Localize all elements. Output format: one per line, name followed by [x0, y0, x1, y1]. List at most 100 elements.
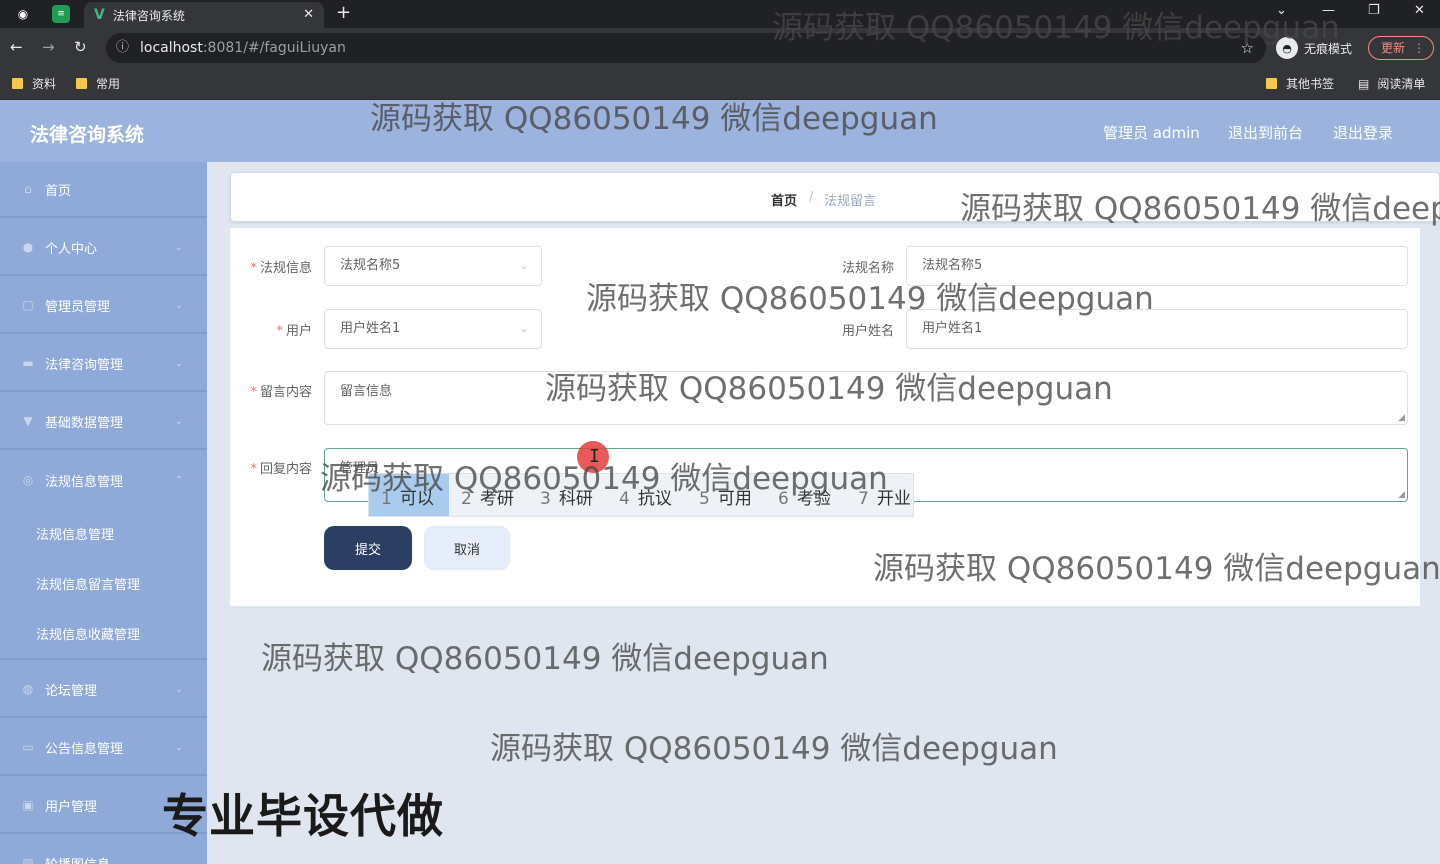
folder-icon	[1266, 78, 1277, 89]
user-label: * 用户	[276, 324, 312, 339]
bookmark-folder-2[interactable]: 常用	[76, 75, 120, 92]
sidebar-item-label: 用户管理	[45, 799, 98, 815]
back-icon[interactable]: ←	[10, 38, 23, 56]
bookmark-label: 常用	[96, 77, 121, 91]
sidebar-item-label: 轮播图信息	[45, 854, 110, 864]
chevron-down-icon: ⌄	[519, 259, 529, 272]
update-button[interactable]: 更新 ⋮	[1368, 36, 1434, 60]
law-info-select[interactable]: 法规名称5 ⌄	[324, 246, 542, 286]
image-icon: ▧	[22, 856, 34, 864]
watermark: 源码获取 QQ86050149 微信deepguan	[490, 731, 1058, 767]
url-host: localhost	[140, 40, 203, 56]
window-close-icon[interactable]: ✕	[1414, 3, 1425, 18]
sidebar-item-home[interactable]: ⌂ 首页	[0, 162, 207, 218]
bookmark-label: 阅读清单	[1377, 77, 1426, 91]
watermark: 源码获取 QQ86050149 微信deepguan	[370, 101, 938, 137]
sidebar-item-notice[interactable]: ▭ 公告信息管理 ⌄	[0, 720, 207, 776]
watermark: 源码获取 QQ86050149 微信deepguan	[261, 641, 829, 677]
info-icon: ◎	[22, 473, 34, 487]
watermark-big: 专业毕设代做	[162, 789, 444, 843]
sidebar-item-label: 个人中心	[45, 241, 98, 257]
watermark: 源码获取 QQ86050149 微信deepg	[960, 191, 1440, 227]
sidebar-item-consult[interactable]: ▬ 法律咨询管理 ⌄	[0, 336, 207, 392]
resize-handle-icon[interactable]: ◢	[1398, 490, 1405, 500]
watermark: 源码获取 QQ86050149 微信deepguan	[873, 551, 1440, 587]
sidebar-item-label: 论坛管理	[45, 683, 98, 699]
sidebar-item-lawinfo[interactable]: ◎ 法规信息管理 ⌃	[0, 452, 207, 508]
message-label: * 留言内容	[250, 385, 312, 400]
admin-label: 管理员 admin	[1103, 124, 1200, 142]
bookmark-other[interactable]: 其他书签	[1266, 75, 1334, 92]
sidebar-item-label: 基础数据管理	[45, 415, 124, 431]
more-menu-icon: ⋮	[1413, 41, 1425, 55]
database-icon: ▼	[23, 414, 33, 428]
reply-label: * 回复内容	[250, 462, 312, 477]
chevron-down-icon: ⌄	[174, 415, 183, 427]
bookmark-label: 资料	[32, 77, 57, 91]
message-value: 留言信息	[340, 384, 393, 399]
pinned-tab-icon[interactable]: ≡	[52, 5, 70, 23]
chevron-down-icon: ⌄	[174, 299, 183, 311]
watermark: 源码获取 QQ86050149 微信deepguan	[320, 461, 888, 497]
user-value: 用户姓名1	[340, 321, 401, 336]
sidebar-subitem-lawinfo[interactable]: 法规信息管理	[0, 508, 207, 558]
watermark: 源码获取 QQ86050149 微信deepguan	[586, 281, 1154, 317]
chevron-up-icon: ⌃	[174, 474, 183, 486]
tab-close-icon[interactable]: ✕	[303, 7, 314, 22]
user-select[interactable]: 用户姓名1 ⌄	[324, 309, 542, 349]
submit-button[interactable]: 提交	[324, 526, 412, 570]
chat-icon: ▬	[22, 356, 34, 370]
sidebar-subitem-label: 法规信息留言管理	[36, 577, 141, 593]
sidebar-item-label: 首页	[45, 183, 72, 199]
bookmark-label: 其他书签	[1286, 77, 1335, 91]
forward-icon[interactable]: →	[42, 38, 55, 56]
admin-icon: ▢	[22, 298, 34, 312]
reading-list-icon: ▤	[1358, 76, 1370, 91]
sidebar-subitem-lawmessage[interactable]: 法规信息留言管理	[0, 558, 207, 608]
sidebar-item-label: 管理员管理	[45, 299, 111, 315]
user-name-value: 用户姓名1	[922, 321, 983, 336]
notice-icon: ▭	[22, 740, 34, 754]
breadcrumb-separator: /	[809, 190, 814, 205]
watermark: 源码获取 QQ86050149 微信deepguan	[772, 10, 1340, 46]
watermark: 源码获取 QQ86050149 微信deepguan	[545, 371, 1113, 407]
sidebar-item-admin[interactable]: ▢ 管理员管理 ⌄	[0, 278, 207, 334]
chevron-down-icon: ⌄	[519, 322, 529, 335]
sidebar-subitem-lawfav[interactable]: 法规信息收藏管理	[0, 608, 207, 660]
resize-handle-icon[interactable]: ◢	[1398, 413, 1405, 423]
sidebar-item-label: 公告信息管理	[45, 741, 124, 757]
reload-icon[interactable]: ↻	[74, 38, 87, 56]
sidebar-item-label: 法律咨询管理	[45, 357, 124, 373]
browser-icon[interactable]: ◉	[12, 4, 34, 24]
sidebar-subitem-label: 法规信息收藏管理	[36, 627, 141, 643]
chevron-down-icon: ⌄	[174, 683, 183, 695]
chevron-down-icon: ⌄	[174, 741, 183, 753]
forum-icon: ◍	[22, 682, 34, 696]
sidebar-item-label: 法规信息管理	[45, 474, 124, 490]
url-path: :8081/#/faguiLiuyan	[202, 40, 346, 56]
sidebar-item-basedata[interactable]: ▼ 基础数据管理 ⌄	[0, 394, 207, 450]
breadcrumb-home[interactable]: 首页	[771, 190, 797, 209]
cancel-button[interactable]: 取消	[424, 526, 510, 570]
restore-icon[interactable]: ❐	[1368, 3, 1380, 18]
site-info-icon[interactable]: ⓘ	[116, 33, 129, 63]
new-tab-icon[interactable]: +	[336, 2, 351, 23]
sidebar-item-profile[interactable]: ● 个人中心 ⌄	[0, 220, 207, 276]
folder-icon	[76, 78, 87, 89]
chevron-down-icon: ⌄	[174, 357, 183, 369]
sidebar: ⌂ 首页 ● 个人中心 ⌄ ▢ 管理员管理 ⌄ ▬ 法律咨询管理 ⌄ ▼ 基础数…	[0, 162, 207, 864]
folder-icon	[12, 78, 23, 89]
vue-icon: V	[94, 7, 105, 23]
chevron-down-icon: ⌄	[174, 241, 183, 253]
tab-active[interactable]: V 法律咨询系统 ✕	[84, 2, 324, 28]
app-title: 法律咨询系统	[30, 124, 145, 146]
law-name-value: 法规名称5	[922, 258, 983, 273]
logout-link[interactable]: 退出登录	[1333, 122, 1393, 143]
bookmark-folder-1[interactable]: 资料	[12, 75, 56, 92]
front-link[interactable]: 退出到前台	[1228, 122, 1303, 143]
sidebar-item-forum[interactable]: ◍ 论坛管理 ⌄	[0, 662, 207, 718]
user-icon: ●	[22, 240, 34, 254]
breadcrumb-current: 法规留言	[824, 194, 877, 209]
reading-list[interactable]: ▤ 阅读清单	[1358, 75, 1425, 92]
users-icon: ▣	[22, 798, 34, 812]
